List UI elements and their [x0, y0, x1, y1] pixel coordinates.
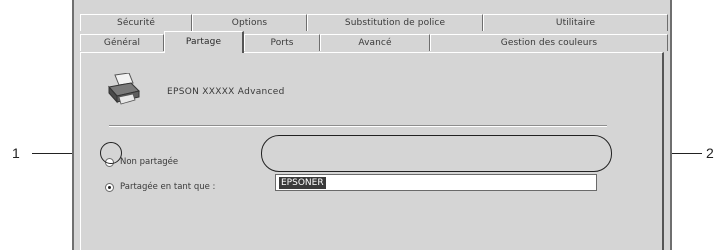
- share-name-input[interactable]: EPSONER: [275, 174, 597, 191]
- tab-general[interactable]: Général: [80, 34, 164, 51]
- share-name-value: EPSONER: [279, 176, 326, 189]
- printer-properties-dialog: Sécurité Options Substitution de police …: [72, 0, 672, 250]
- not-shared-label: Non partagée: [120, 157, 179, 167]
- tab-options[interactable]: Options: [192, 14, 307, 31]
- callout-ring-input: [261, 135, 612, 172]
- tab-partage[interactable]: Partage: [164, 31, 244, 53]
- tab-row-back: Sécurité Options Substitution de police …: [80, 14, 668, 31]
- printer-name: EPSON XXXXX Advanced: [167, 87, 285, 97]
- tab-avance[interactable]: Avancé: [320, 34, 430, 51]
- tab-row-front: Général Partage Ports Avancé Gestion des…: [80, 31, 668, 53]
- tab-ports[interactable]: Ports: [244, 34, 320, 51]
- tab-substitution-police[interactable]: Substitution de police: [307, 14, 483, 31]
- shared-as-label: Partagée en tant que :: [120, 182, 216, 192]
- tab-gestion-couleurs[interactable]: Gestion des couleurs: [430, 34, 668, 51]
- shared-as-option[interactable]: Partagée en tant que :: [105, 182, 215, 192]
- callout-number-1: 1: [12, 145, 20, 161]
- divider: [109, 125, 607, 127]
- tab-utilitaire[interactable]: Utilitaire: [483, 14, 668, 31]
- callout-ring-radio: [100, 142, 122, 164]
- callout-number-2: 2: [706, 145, 714, 161]
- shared-as-radio[interactable]: [105, 182, 114, 192]
- printer-icon: [105, 72, 141, 105]
- tab-securite[interactable]: Sécurité: [80, 14, 192, 31]
